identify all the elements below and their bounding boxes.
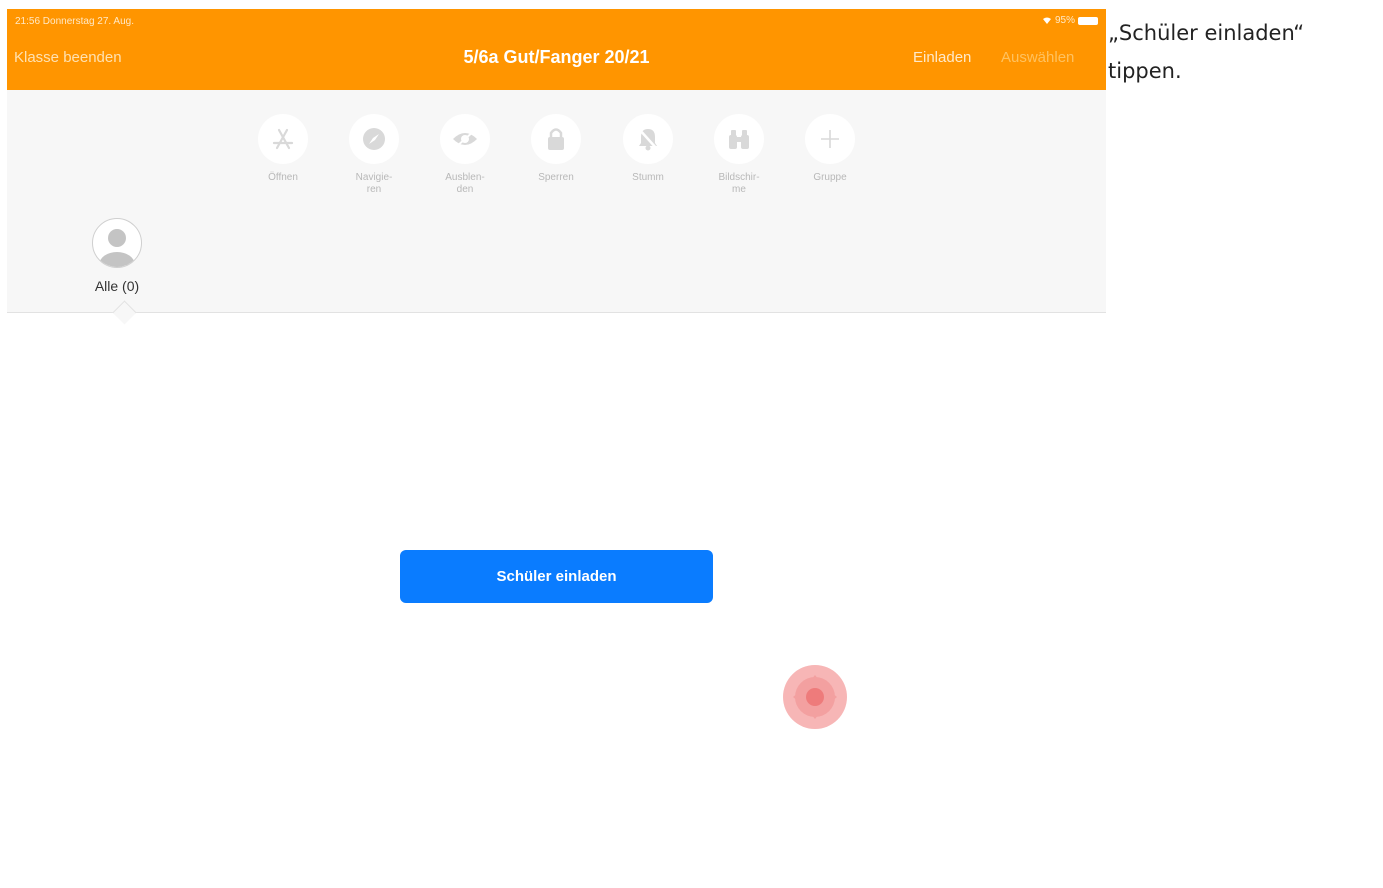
tool-label: Gruppe xyxy=(813,172,847,183)
status-time: 21:56 Donnerstag 27. Aug. xyxy=(15,16,134,27)
hide-button[interactable]: Ausblen- den xyxy=(430,114,500,196)
group-button[interactable]: Gruppe xyxy=(795,114,865,184)
compass-icon xyxy=(349,114,399,164)
invite-button[interactable]: Einladen xyxy=(913,49,971,66)
eye-icon xyxy=(440,114,490,164)
screens-button[interactable]: Bildschir- me xyxy=(704,114,774,196)
tool-label: Navigie- ren xyxy=(355,172,393,195)
group-all[interactable]: Alle (0) xyxy=(87,218,147,294)
instruction-line-2: tippen. xyxy=(1108,59,1182,83)
battery-icon xyxy=(1078,16,1098,25)
select-button[interactable]: Auswählen xyxy=(1001,49,1074,66)
invite-students-button[interactable]: Schüler einladen xyxy=(400,550,713,603)
status-indicators: 95% xyxy=(1042,15,1098,26)
tool-label: Bildschir- me xyxy=(718,172,760,195)
instruction-line-1: „Schüler einladen“ xyxy=(1108,21,1305,45)
tool-label: Öffnen xyxy=(268,172,298,183)
instruction-text: „Schüler einladen“ tippen. xyxy=(1108,14,1378,90)
navigate-button[interactable]: Navigie- ren xyxy=(339,114,409,196)
wifi-icon xyxy=(1042,17,1051,24)
battery-percent: 95% xyxy=(1054,15,1075,26)
tool-label: Stumm xyxy=(632,172,664,183)
assistive-touch-icon[interactable] xyxy=(783,665,847,729)
lock-button[interactable]: Sperren xyxy=(521,114,591,184)
action-panel: Öffnen Navigie- ren Ausblen- den Sperren… xyxy=(7,90,1106,313)
avatar-icon xyxy=(92,218,142,268)
mute-button[interactable]: Stumm xyxy=(613,114,683,184)
navigation-bar: 21:56 Donnerstag 27. Aug. 95% Klasse bee… xyxy=(7,9,1106,90)
ipad-screen: 21:56 Donnerstag 27. Aug. 95% Klasse bee… xyxy=(7,9,1106,888)
group-label: Alle (0) xyxy=(94,278,140,294)
binoculars-icon xyxy=(714,114,764,164)
lock-icon xyxy=(531,114,581,164)
plus-icon xyxy=(805,114,855,164)
tool-label: Sperren xyxy=(538,172,574,183)
bell-slash-icon xyxy=(623,114,673,164)
tool-label: Ausblen- den xyxy=(445,172,485,195)
app-store-icon xyxy=(258,114,308,164)
open-app-button[interactable]: Öffnen xyxy=(248,114,318,184)
